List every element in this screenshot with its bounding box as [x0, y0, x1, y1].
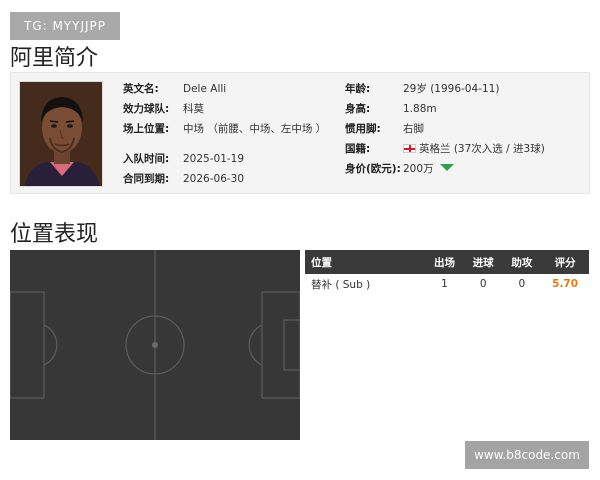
value-join-date: 2025-01-19: [183, 153, 245, 165]
pitch-diagram: [10, 250, 300, 440]
value-nationality-wrapper: 英格兰 (37次入选 / 进3球): [403, 142, 545, 156]
cell-rating: 5.70: [552, 278, 579, 290]
value-market-value: 200万: [403, 163, 434, 175]
watermark-bottom: www.b8code.com: [465, 441, 589, 469]
center-spot: [152, 342, 158, 348]
trend-down-icon: [439, 164, 454, 171]
player-portrait-image: [20, 82, 102, 186]
right-penalty-box: [261, 291, 300, 399]
label-english-name: 英文名:: [123, 83, 159, 95]
value-contract-end: 2026-06-30: [183, 173, 245, 185]
position-section-title: 位置表现: [10, 222, 99, 247]
label-market-value: 身价(欧元):: [345, 163, 401, 175]
right-penalty-arc: [248, 324, 263, 366]
label-nationality: 国籍:: [345, 143, 371, 155]
label-position: 场上位置:: [123, 123, 170, 135]
profile-section-title: 阿里简介: [10, 46, 99, 71]
header-goals: 进球: [463, 250, 503, 274]
value-preferred-foot: 右脚: [403, 123, 424, 135]
cell-goals: 0: [479, 278, 487, 290]
label-club: 效力球队:: [123, 103, 170, 115]
left-penalty-box: [10, 291, 45, 399]
header-appearances: 出场: [425, 250, 464, 274]
label-age: 年龄:: [345, 83, 371, 95]
header-assists: 助攻: [502, 250, 542, 274]
football-pitch-graphic: [10, 250, 300, 440]
value-age: 29岁 (1996-04-11): [403, 83, 500, 95]
england-flag-icon: [403, 144, 416, 153]
label-contract-end: 合同到期:: [123, 173, 170, 185]
value-market-value-wrapper: 200万: [403, 162, 454, 176]
value-nationality: 英格兰 (37次入选 / 进3球): [419, 143, 545, 155]
left-penalty-arc: [43, 324, 58, 366]
value-position: 中场 （前腰、中场、左中场 ）: [183, 123, 327, 135]
label-preferred-foot: 惯用脚:: [345, 123, 381, 135]
header-position: 位置: [305, 250, 426, 274]
profile-card: 英文名: Dele Alli 效力球队: 科莫 场上位置: 中场 （前腰、中场、…: [10, 72, 590, 194]
watermark-top: TG: MYYJJPP: [10, 12, 120, 40]
header-rating: 评分: [541, 250, 589, 274]
value-english-name: Dele Alli: [183, 83, 227, 95]
value-club: 科莫: [183, 103, 204, 115]
player-photo: [19, 81, 103, 187]
cell-position: 替补 ( Sub ): [311, 278, 371, 291]
label-join-date: 入队时间:: [123, 153, 170, 165]
value-height: 1.88m: [403, 103, 437, 115]
table-header-row: 位置 出场 进球 助攻 评分: [305, 250, 589, 274]
table-row: 替补 ( Sub ) 1 0 0 5.70: [305, 274, 589, 294]
cell-assists: 0: [518, 278, 526, 290]
cell-appearances: 1: [441, 278, 448, 290]
label-height: 身高:: [345, 103, 371, 115]
position-stats-table: 位置 出场 进球 助攻 评分 替补 ( Sub ) 1 0 0 5.70: [305, 250, 589, 294]
right-goal-box: [283, 319, 300, 371]
